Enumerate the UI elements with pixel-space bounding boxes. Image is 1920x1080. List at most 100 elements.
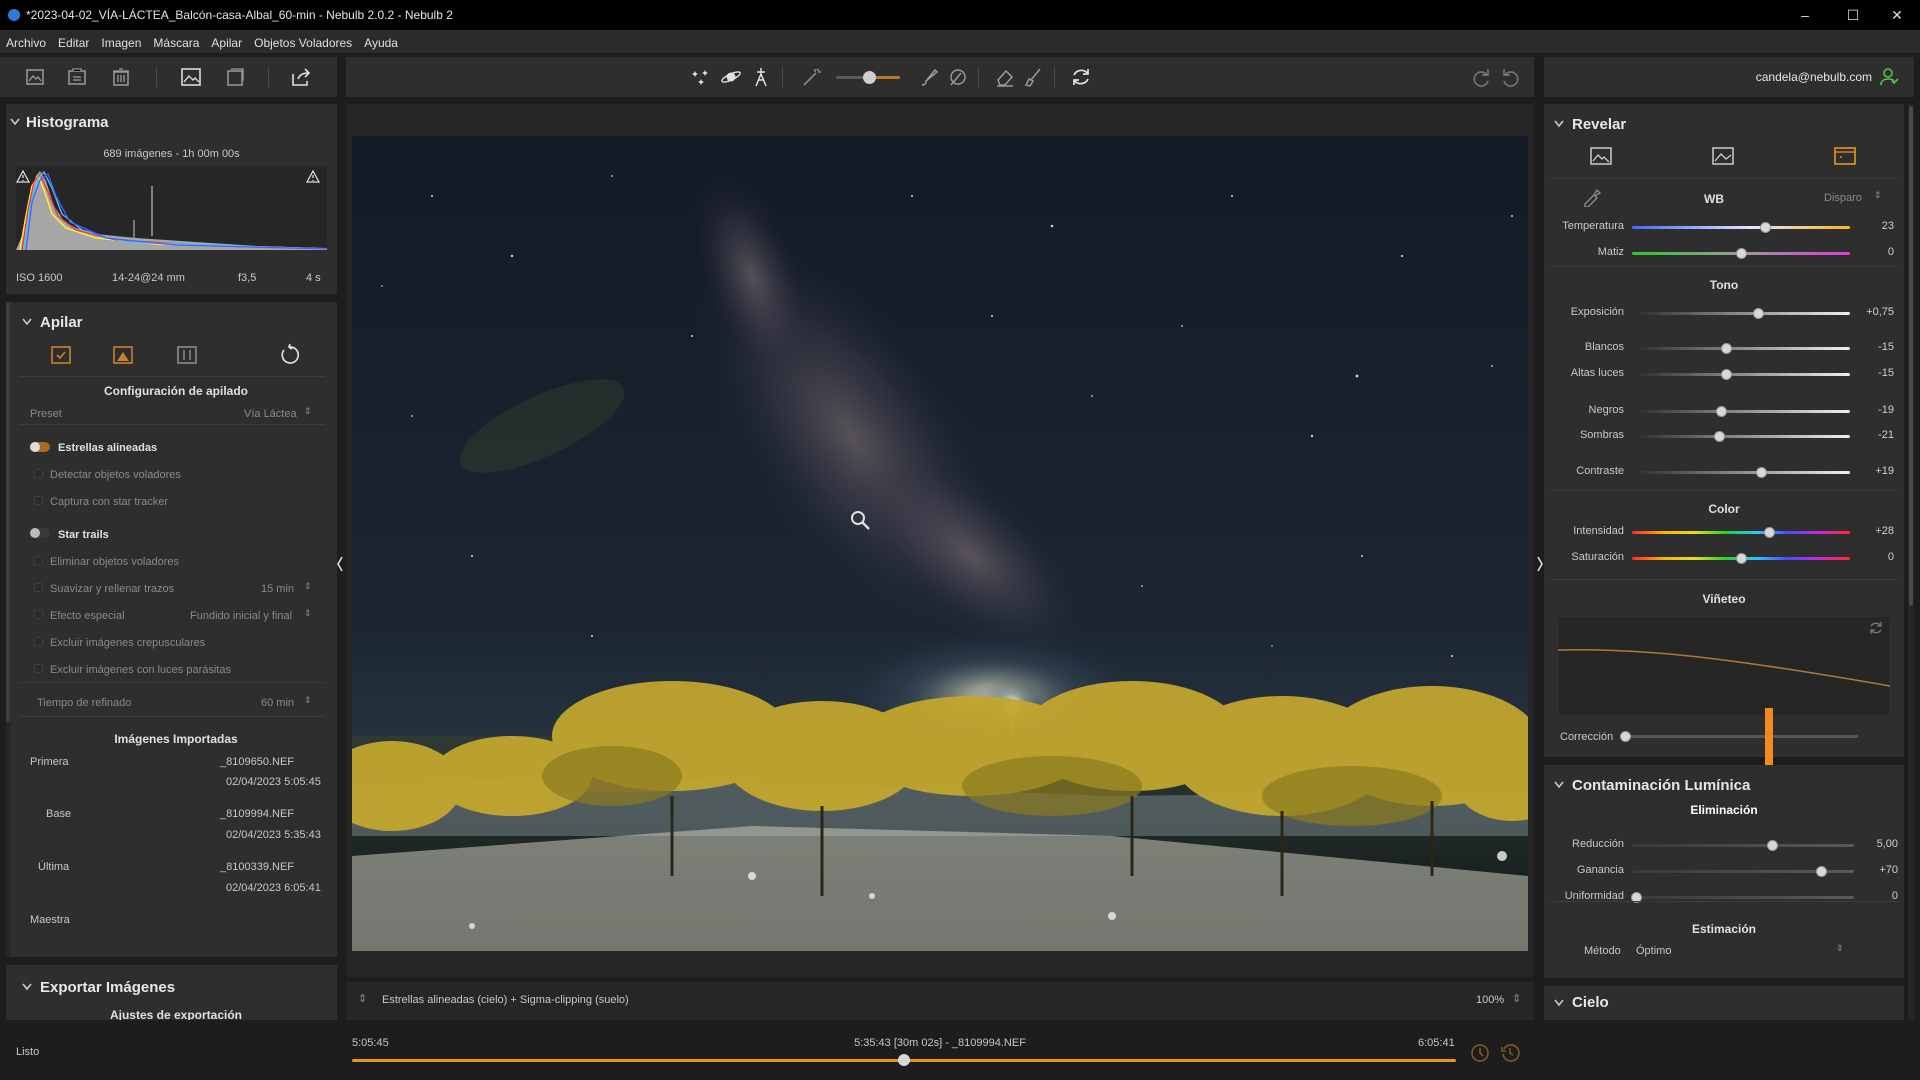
intensidad-slider-thumb[interactable] <box>1764 527 1776 538</box>
right-scrollbar[interactable] <box>1908 104 1914 1020</box>
close-button[interactable]: ✕ <box>1874 0 1920 30</box>
stack-mode-image-icon[interactable] <box>112 344 136 366</box>
stars-select-icon[interactable] <box>690 66 712 88</box>
open-images-icon[interactable] <box>24 66 46 88</box>
magic-wand-icon[interactable] <box>800 66 822 88</box>
timelapse-clock-icon[interactable] <box>1470 1043 1490 1063</box>
temperatura-slider-thumb[interactable] <box>1759 222 1771 233</box>
reduccion-slider-track[interactable] <box>1632 844 1854 847</box>
image-viewport[interactable] <box>337 104 1543 977</box>
blancos-slider-thumb[interactable] <box>1720 343 1732 354</box>
exclude-twilight-checkbox[interactable] <box>34 637 43 646</box>
reset-vignette-icon[interactable] <box>1868 620 1884 636</box>
landscape-mode-icon[interactable] <box>1712 146 1734 166</box>
preset-select[interactable]: Vía Láctea <box>244 408 297 420</box>
imported-last-file[interactable]: _8100339.NEF <box>220 861 294 873</box>
chevron-down-icon[interactable] <box>22 318 32 326</box>
stack-mode-columns-icon[interactable] <box>176 344 200 366</box>
negros-slider-thumb[interactable] <box>1716 406 1728 417</box>
maximize-button[interactable]: ☐ <box>1830 0 1876 30</box>
chevron-down-icon[interactable] <box>22 983 32 991</box>
detect-flying-checkbox[interactable] <box>34 469 43 478</box>
effect-checkbox[interactable] <box>34 610 43 619</box>
scrollbar-thumb[interactable] <box>6 302 10 722</box>
imported-first-file[interactable]: _8109650.NEF <box>220 756 294 768</box>
temperatura-slider-track[interactable] <box>1632 226 1850 229</box>
contraste-slider-thumb[interactable] <box>1755 467 1767 478</box>
share-icon[interactable] <box>290 66 312 88</box>
matiz-slider-thumb[interactable] <box>1736 248 1747 259</box>
effect-select[interactable]: Fundido inicial y final <box>190 610 292 622</box>
chevron-down-icon[interactable] <box>1554 120 1564 128</box>
image-mode-icon[interactable] <box>1590 146 1612 166</box>
star-trails-toggle[interactable] <box>30 528 50 538</box>
menu-archivo[interactable]: Archivo <box>0 30 52 56</box>
user-account-icon[interactable] <box>1880 67 1900 87</box>
smart-brush-icon[interactable] <box>946 66 968 88</box>
refine-select[interactable]: 60 min <box>261 697 294 709</box>
sombras-slider-track[interactable] <box>1632 435 1850 438</box>
redo-icon[interactable] <box>1470 66 1492 88</box>
export-image-icon[interactable] <box>180 66 202 88</box>
shadow-clipping-warning-icon[interactable] <box>16 170 30 183</box>
tower-icon[interactable] <box>750 66 772 88</box>
clear-brush-icon[interactable] <box>1022 66 1044 88</box>
save-project-icon[interactable] <box>66 66 88 88</box>
altas-luces-slider-thumb[interactable] <box>1720 369 1732 380</box>
star-tracker-checkbox[interactable] <box>34 496 43 505</box>
imported-base-file[interactable]: _8109994.NEF <box>220 808 294 820</box>
timeline-thumb[interactable] <box>898 1054 910 1066</box>
history-clock-icon[interactable] <box>1500 1043 1520 1063</box>
chevron-down-icon[interactable] <box>1554 999 1564 1007</box>
intensidad-slider-track[interactable] <box>1632 531 1850 534</box>
close-project-icon[interactable] <box>110 66 132 88</box>
milky-way-photo[interactable] <box>352 136 1528 951</box>
reduccion-slider-thumb[interactable] <box>1766 840 1778 851</box>
eraser-icon[interactable] <box>994 66 1016 88</box>
uniformidad-slider-track[interactable] <box>1632 896 1854 899</box>
undo-icon[interactable] <box>1500 66 1522 88</box>
account-email[interactable]: candela@nebulb.com <box>1756 70 1872 84</box>
highlight-clipping-warning-icon[interactable] <box>306 170 320 183</box>
vignette-curve[interactable] <box>1558 616 1890 716</box>
left-scrollbar[interactable] <box>6 302 10 957</box>
method-select[interactable]: Óptimo <box>1636 945 1671 957</box>
chevron-down-icon[interactable] <box>1554 781 1564 789</box>
ganancia-slider-thumb[interactable] <box>1815 866 1827 877</box>
collapse-left-icon[interactable] <box>336 556 344 572</box>
correction-slider-thumb[interactable] <box>1620 731 1631 742</box>
zoom-magnifier-icon[interactable] <box>850 510 872 532</box>
zoom-level[interactable]: 100% <box>1476 994 1504 1006</box>
menu-apilar[interactable]: Apilar <box>205 30 248 56</box>
exposicion-slider-thumb[interactable] <box>1753 308 1765 319</box>
refresh-icon[interactable] <box>1070 66 1092 88</box>
smooth-checkbox[interactable] <box>34 583 43 592</box>
updown-chevron-icon[interactable]: ⇕ <box>358 992 367 1005</box>
saturacion-slider-thumb[interactable] <box>1736 553 1747 564</box>
menu-objetos-voladores[interactable]: Objetos Voladores <box>248 30 358 56</box>
sky-mode-icon[interactable] <box>1834 146 1856 166</box>
collapse-right-icon[interactable] <box>1536 556 1544 572</box>
blancos-slider-track[interactable] <box>1632 347 1850 350</box>
menu-ayuda[interactable]: Ayuda <box>358 30 404 56</box>
contraste-slider-track[interactable] <box>1632 471 1850 474</box>
chevron-down-icon[interactable] <box>10 118 20 126</box>
batch-export-icon[interactable] <box>224 66 246 88</box>
exclude-parasitic-checkbox[interactable] <box>34 664 43 673</box>
sombras-slider-thumb[interactable] <box>1714 431 1726 442</box>
reset-stack-icon[interactable] <box>278 343 302 367</box>
brush-size-thumb[interactable] <box>863 71 876 84</box>
exposicion-slider-track[interactable] <box>1632 312 1850 315</box>
correction-slider-track[interactable] <box>1626 735 1858 738</box>
stack-mode-check-icon[interactable] <box>50 344 74 366</box>
eyedropper-icon[interactable] <box>1582 187 1602 207</box>
updown-chevron-icon[interactable]: ⇕ <box>1512 992 1521 1005</box>
minimize-button[interactable]: – <box>1782 0 1828 30</box>
menu-mascara[interactable]: Máscara <box>147 30 205 56</box>
menu-editar[interactable]: Editar <box>52 30 95 56</box>
planet-icon[interactable] <box>720 66 742 88</box>
scrollbar-thumb[interactable] <box>1909 106 1913 606</box>
brush-icon[interactable] <box>918 66 940 88</box>
altas-luces-slider-track[interactable] <box>1632 373 1850 376</box>
negros-slider-track[interactable] <box>1632 410 1850 413</box>
